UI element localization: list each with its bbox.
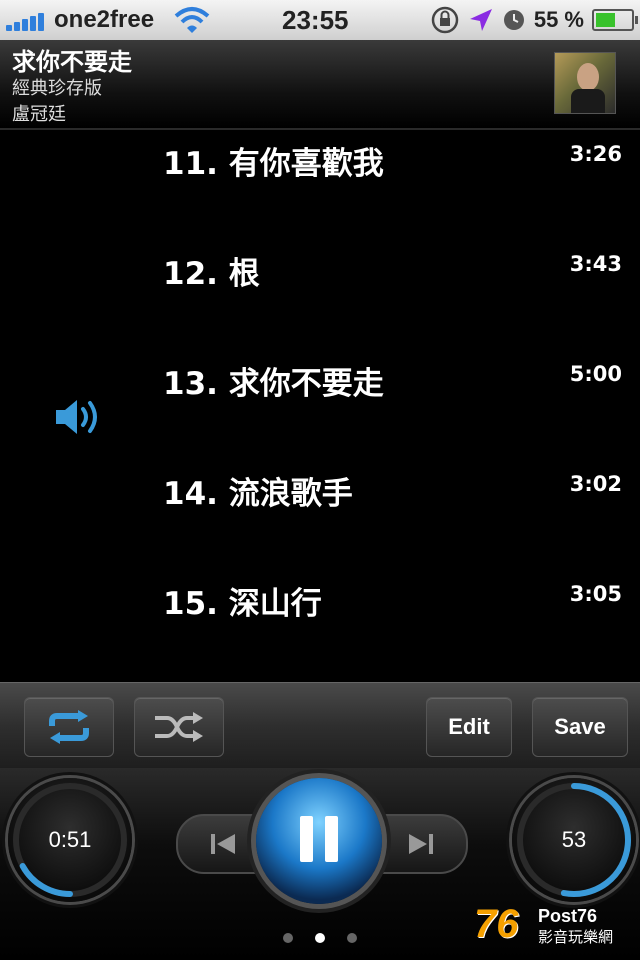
speaker-icon — [56, 400, 97, 434]
shuffle-icon — [155, 712, 203, 742]
track-duration: 3:26 — [569, 142, 622, 166]
pause-icon — [300, 816, 313, 862]
alarm-clock-icon — [503, 10, 524, 30]
location-arrow-icon — [469, 9, 492, 31]
carrier-name: one2free — [54, 6, 155, 33]
track-duration: 3:43 — [569, 252, 622, 276]
save-button[interactable]: Save — [532, 697, 628, 757]
status-bar: one2free 23:55 55 % — [0, 0, 640, 40]
track-row-playing[interactable]: 13. 求你不要走 5:00 — [0, 350, 640, 460]
signal-icon — [6, 11, 48, 31]
pause-button[interactable] — [256, 778, 382, 904]
track-row[interactable]: 12. 根 3:43 — [0, 240, 640, 350]
track-name: 14. 流浪歌手 — [163, 476, 353, 512]
edit-button[interactable]: Edit — [426, 697, 512, 757]
watermark-subtitle: 影音玩樂網 — [538, 928, 614, 946]
now-playing-header: 求你不要走 經典珍存版 盧冠廷 — [0, 40, 640, 130]
track-duration: 5:00 — [569, 362, 622, 386]
page-dot — [283, 933, 293, 943]
watermark-post: Post76 — [538, 906, 598, 926]
status-time: 23:55 — [282, 5, 349, 35]
volume-value: 53 — [561, 827, 587, 852]
toolbar: Edit Save — [0, 682, 640, 769]
page-dot — [347, 933, 357, 943]
watermark-number: 76 — [474, 902, 519, 946]
track-name: 13. 求你不要走 — [163, 366, 384, 402]
track-name: 11. 有你喜歡我 — [163, 146, 384, 182]
track-row[interactable]: 14. 流浪歌手 3:02 — [0, 460, 640, 570]
repeat-icon — [49, 710, 89, 744]
artist-name: 盧冠廷 — [12, 104, 66, 125]
shuffle-button[interactable] — [134, 697, 224, 757]
player-controls: 0:51 53 76 Post76 影音玩樂網 — [0, 768, 640, 960]
battery-percent: 55 % — [533, 7, 584, 32]
track-list: 11. 有你喜歡我 3:26 12. 根 3:43 13. 求你不要走 5:00… — [0, 130, 640, 680]
battery-icon — [592, 9, 638, 31]
song-title: 求你不要走 — [12, 48, 132, 76]
track-name: 12. 根 — [163, 256, 260, 292]
album-artwork[interactable] — [554, 52, 616, 114]
track-duration: 3:05 — [569, 582, 622, 606]
previous-track-button[interactable] — [208, 830, 238, 858]
rotation-lock-icon — [431, 6, 459, 34]
volume-dial[interactable]: 53 — [512, 778, 636, 902]
repeat-button[interactable] — [24, 697, 114, 757]
track-name: 15. 深山行 — [163, 586, 322, 622]
elapsed-time: 0:51 — [48, 827, 92, 852]
watermark-logo: 76 Post76 影音玩樂網 — [474, 902, 624, 948]
elapsed-time-dial[interactable]: 0:51 — [8, 778, 132, 902]
wifi-icon — [174, 7, 210, 33]
track-row[interactable]: 11. 有你喜歡我 3:26 — [0, 130, 640, 240]
page-dot-active — [315, 933, 325, 943]
album-name: 經典珍存版 — [12, 78, 102, 99]
track-duration: 3:02 — [569, 472, 622, 496]
track-row[interactable]: 15. 深山行 3:05 — [0, 570, 640, 680]
next-track-button[interactable] — [406, 830, 436, 858]
